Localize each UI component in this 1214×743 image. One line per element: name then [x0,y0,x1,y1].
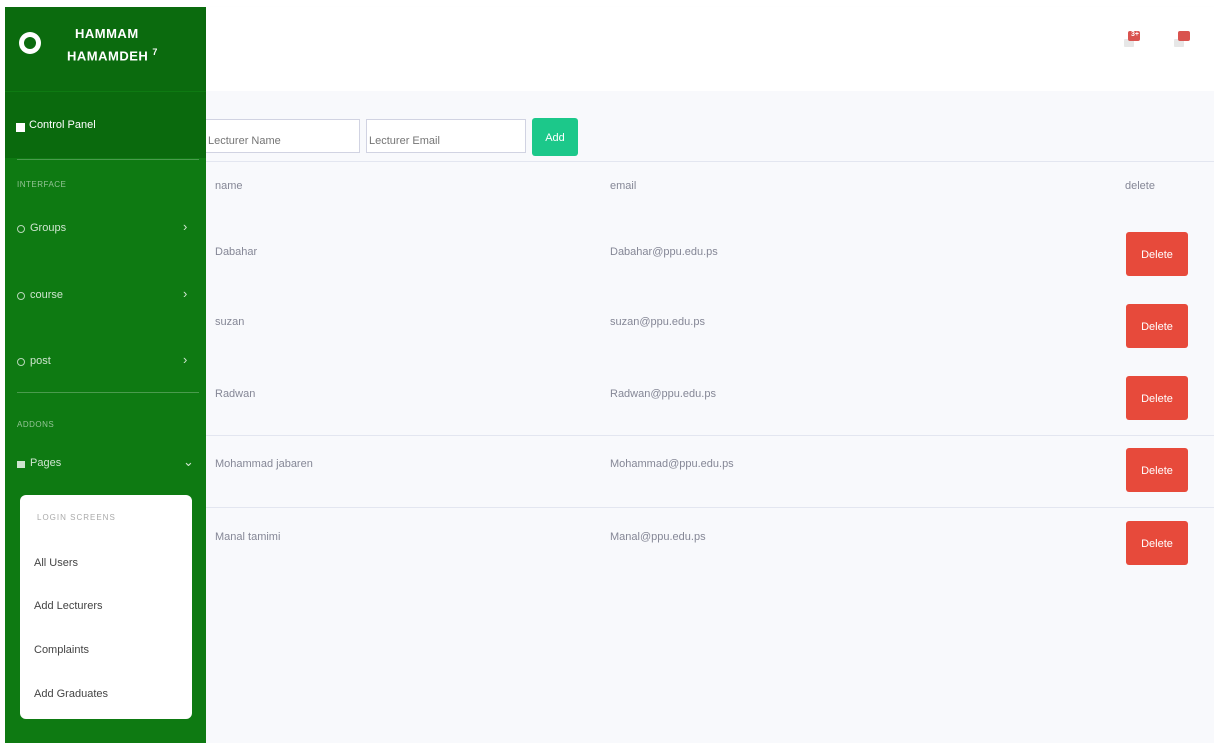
cell-name: Dabahar [215,246,258,258]
sidebar-item-label: course [30,289,64,301]
delete-button[interactable]: Delete [1126,521,1188,565]
sidebar-item-groups[interactable]: Groups › [5,212,206,250]
cell-name: Mohammad jabaren [215,458,313,470]
cell-name: Manal tamimi [215,531,281,543]
submenu-item-add-lecturers[interactable]: Add Lecturers [34,600,102,612]
lecturer-name-input[interactable] [206,119,360,153]
smiley-logo-icon [19,32,41,54]
chevron-down-icon: ⌄ [183,454,194,469]
cell-name: Radwan [215,388,256,400]
submenu-item-complaints[interactable]: Complaints [34,644,89,656]
sidebar-item-label: Control Panel [29,119,96,131]
sidebar: HAMMAM HAMAMDEH 7 Control Panel INTERFAC… [5,7,206,743]
brand-name: HAMMAM HAMAMDEH 7 [67,25,158,65]
sidebar-item-label: post [30,355,51,367]
table-divider [206,435,1214,436]
cell-email: Radwan@ppu.edu.ps [610,388,716,400]
sidebar-item-label: Groups [30,222,67,234]
delete-button[interactable]: Delete [1126,304,1188,348]
submenu-item-all-users[interactable]: All Users [34,557,78,569]
sidebar-divider [17,392,199,393]
table-divider [206,161,1214,162]
submenu-heading: LOGIN SCREENS [37,513,116,522]
delete-button[interactable]: Delete [1126,448,1188,492]
folder-icon [17,461,25,468]
sidebar-divider [17,159,199,160]
alerts-badge: 3+ [1131,31,1139,38]
lecturer-email-input[interactable] [366,119,526,153]
column-header-name: name [215,180,243,192]
add-lecturer-button[interactable]: Add [532,118,578,156]
column-header-email: email [610,180,637,192]
cell-email: Manal@ppu.edu.ps [610,531,706,543]
delete-button[interactable]: Delete [1126,376,1188,420]
dashboard-icon [16,123,25,132]
delete-button[interactable]: Delete [1126,232,1188,276]
messages-icon[interactable] [1174,31,1190,47]
cell-email: Dabahar@ppu.edu.ps [610,246,718,258]
sidebar-item-post[interactable]: post › [5,345,206,383]
circle-icon [17,225,25,233]
circle-icon [17,358,25,366]
sidebar-item-dashboard[interactable]: Control Panel [5,92,206,158]
brand-name-line2: HAMAMDEH [67,48,149,64]
sidebar-item-pages[interactable]: Pages ⌄ [5,447,206,485]
alerts-icon[interactable]: 3+ [1124,31,1140,47]
brand-superscript: 7 [152,47,158,57]
pages-submenu: LOGIN SCREENS All Users Add Lecturers Co… [20,495,192,719]
brand[interactable]: HAMMAM HAMAMDEH 7 [5,7,206,91]
table-divider [206,507,1214,508]
sidebar-item-course[interactable]: course › [5,279,206,317]
main-content: Add name email delete Dabahar Dabahar@pp… [206,91,1214,743]
chevron-right-icon: › [183,219,188,234]
cell-email: suzan@ppu.edu.ps [610,316,705,328]
cell-email: Mohammad@ppu.edu.ps [610,458,734,470]
circle-icon [17,292,25,300]
chevron-right-icon: › [183,286,188,301]
sidebar-item-label: Pages [30,457,62,469]
topbar: 3+ [206,7,1214,91]
column-header-delete: delete [1125,180,1155,192]
brand-name-line1: HAMMAM [75,26,139,41]
messages-badge-icon [1178,31,1190,41]
chevron-right-icon: › [183,352,188,367]
sidebar-section-heading: INTERFACE [17,180,67,189]
sidebar-section-heading: ADDONS [17,420,55,429]
cell-name: suzan [215,316,245,328]
submenu-item-add-graduates[interactable]: Add Graduates [34,688,108,700]
